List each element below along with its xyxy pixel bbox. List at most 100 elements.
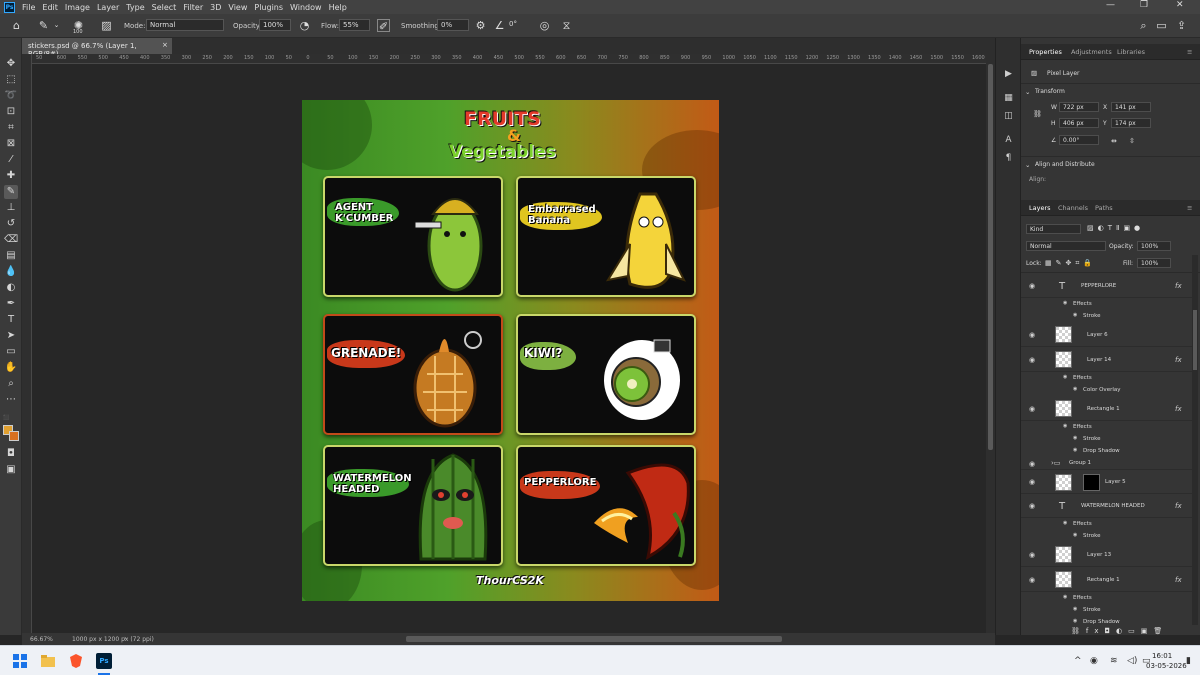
notifications-icon[interactable]: ▮ bbox=[1186, 656, 1191, 666]
document-canvas[interactable]: FRUITS & Vegetables AGENT K'CUMBER Embar… bbox=[302, 100, 719, 601]
airbrush-icon[interactable]: ✐ bbox=[377, 19, 390, 33]
layer-action-icons[interactable]: ⛓fx◘◐▭▣🗑 bbox=[1071, 627, 1168, 635]
frame-tool-icon[interactable]: ⊠ bbox=[4, 137, 18, 151]
lasso-tool-icon[interactable]: ➰ bbox=[4, 89, 18, 103]
layer-opacity-field[interactable]: 100% bbox=[1137, 241, 1171, 251]
symmetry-icon[interactable]: ⧖ bbox=[560, 19, 573, 32]
eyedropper-tool-icon[interactable]: ⁄ bbox=[4, 153, 18, 167]
panel-menu-icon[interactable]: ≡ bbox=[1187, 48, 1192, 56]
chevron-down-icon[interactable]: ⌄ bbox=[1025, 161, 1030, 169]
layer-row[interactable]: ◉ T WATERMELON HEADED fx bbox=[1021, 494, 1193, 518]
screen-mode-icon[interactable]: ▣ bbox=[4, 463, 18, 477]
layer-filter-select[interactable]: Kind bbox=[1026, 224, 1081, 234]
layer-visibility-icon[interactable]: ◉ bbox=[1029, 356, 1035, 364]
adjust-icon[interactable]: ◫ bbox=[1002, 110, 1015, 123]
restore-icon[interactable]: ❐ bbox=[1140, 0, 1148, 10]
smoothing-field[interactable]: 0% bbox=[437, 19, 469, 31]
eraser-tool-icon[interactable]: ⌫ bbox=[4, 233, 18, 247]
chevron-down-icon[interactable]: ⌄ bbox=[50, 19, 63, 32]
layer-effect-row[interactable]: ◉ Effects bbox=[1021, 592, 1193, 604]
crop-tool-icon[interactable]: ⌗ bbox=[4, 121, 18, 135]
tab-paths[interactable]: Paths bbox=[1095, 204, 1113, 212]
sticker-card-kiwi[interactable]: KIWI? bbox=[516, 314, 696, 435]
move-tool-icon[interactable]: ✥ bbox=[4, 57, 18, 71]
layer-effects-icon[interactable]: fx bbox=[1175, 356, 1182, 364]
quick-mask-icon[interactable]: ◘ bbox=[4, 447, 18, 461]
sticker-card-pepper[interactable]: PEPPERLORE bbox=[516, 445, 696, 566]
workspace-icon[interactable]: ▭ bbox=[1155, 19, 1168, 32]
hand-tool-icon[interactable]: ✋ bbox=[4, 361, 18, 375]
layer-effect-row[interactable]: ◉ Drop Shadow bbox=[1021, 445, 1193, 457]
angle-field[interactable]: 0.00° bbox=[1059, 135, 1099, 145]
layer-effect-row[interactable]: ◉ Effects bbox=[1021, 421, 1193, 433]
layer-visibility-icon[interactable]: ◉ bbox=[1029, 551, 1035, 559]
menu-image[interactable]: Image bbox=[65, 3, 90, 12]
rectangle-tool-icon[interactable]: ▭ bbox=[4, 345, 18, 359]
effect-visibility-icon[interactable]: ◉ bbox=[1073, 532, 1077, 538]
close-window-icon[interactable]: ✕ bbox=[1176, 0, 1184, 10]
layer-row[interactable]: ◉ Layer 5 bbox=[1021, 470, 1193, 494]
photoshop-logo[interactable]: Ps bbox=[4, 1, 15, 13]
sticker-card-banana[interactable]: Embarrased Banana bbox=[516, 176, 696, 297]
lock-icons[interactable]: ▦✎✥⌗🔒 bbox=[1045, 259, 1096, 268]
effect-visibility-icon[interactable]: ◉ bbox=[1073, 447, 1077, 453]
clock-time[interactable]: 16:01 bbox=[1152, 652, 1172, 660]
tab-layers[interactable]: Layers bbox=[1029, 204, 1051, 212]
layer-effect-row[interactable]: ◉ Effects bbox=[1021, 298, 1193, 310]
play-actions-icon[interactable]: ▶ bbox=[1002, 68, 1015, 81]
layer-effect-row[interactable]: ◉ Stroke bbox=[1021, 310, 1193, 322]
effect-visibility-icon[interactable]: ◉ bbox=[1073, 618, 1077, 624]
menu-layer[interactable]: Layer bbox=[97, 3, 119, 12]
effect-visibility-icon[interactable]: ◉ bbox=[1063, 520, 1067, 526]
effect-visibility-icon[interactable]: ◉ bbox=[1073, 435, 1077, 441]
character-panel-icon[interactable]: A bbox=[1002, 134, 1015, 147]
blend-mode-select[interactable]: Normal bbox=[1026, 241, 1106, 251]
pressure-size-icon[interactable]: ◎ bbox=[538, 19, 551, 32]
layer-visibility-icon[interactable]: ◉ bbox=[1029, 282, 1035, 290]
effect-visibility-icon[interactable]: ◉ bbox=[1063, 374, 1067, 380]
layer-effect-row[interactable]: ◉ Stroke bbox=[1021, 604, 1193, 616]
pen-tool-icon[interactable]: ✒ bbox=[4, 297, 18, 311]
folder-icon[interactable]: ›▭ bbox=[1051, 459, 1060, 467]
menu-file[interactable]: File bbox=[22, 3, 35, 12]
effect-visibility-icon[interactable]: ◉ bbox=[1073, 386, 1077, 392]
minimize-icon[interactable]: — bbox=[1106, 0, 1115, 10]
layer-filter-icons[interactable]: ▨◐TⅡ▣● bbox=[1087, 224, 1144, 232]
home-icon[interactable]: ⌂ bbox=[10, 19, 23, 32]
menu-plugins[interactable]: Plugins bbox=[254, 3, 283, 12]
y-field[interactable]: 174 px bbox=[1111, 118, 1151, 128]
object-select-tool-icon[interactable]: ⊡ bbox=[4, 105, 18, 119]
menu-help[interactable]: Help bbox=[329, 3, 347, 12]
color-panel-icon[interactable]: ▦ bbox=[1002, 92, 1015, 105]
effect-visibility-icon[interactable]: ◉ bbox=[1063, 423, 1067, 429]
layer-visibility-icon[interactable]: ◉ bbox=[1029, 460, 1035, 468]
chevron-down-icon[interactable]: ⌄ bbox=[1025, 88, 1030, 96]
layer-row[interactable]: ◉ Layer 14 fx bbox=[1021, 347, 1193, 372]
link-dimensions-icon[interactable]: ⛓ bbox=[1033, 110, 1042, 118]
close-tab-icon[interactable]: × bbox=[162, 41, 168, 49]
layers-scroll-thumb[interactable] bbox=[1193, 310, 1197, 370]
clone-stamp-tool-icon[interactable]: ⊥ bbox=[4, 201, 18, 215]
healing-brush-tool-icon[interactable]: ✚ bbox=[4, 169, 18, 183]
document-info[interactable]: 1000 px x 1200 px (72 ppi) bbox=[72, 636, 154, 643]
layer-effect-row[interactable]: ◉ Stroke bbox=[1021, 433, 1193, 445]
wifi-icon[interactable]: ≋ bbox=[1110, 656, 1118, 666]
layer-row[interactable]: ◉ Layer 6 bbox=[1021, 322, 1193, 347]
layer-effects-icon[interactable]: fx bbox=[1175, 502, 1182, 510]
layer-visibility-icon[interactable]: ◉ bbox=[1029, 502, 1035, 510]
brave-browser-icon[interactable] bbox=[68, 653, 84, 669]
layer-row[interactable]: ◉ Rectangle 1 fx bbox=[1021, 396, 1193, 421]
photoshop-taskbar-icon[interactable]: Ps bbox=[96, 653, 112, 669]
menu-view[interactable]: View bbox=[228, 3, 247, 12]
paragraph-panel-icon[interactable]: ¶ bbox=[1002, 152, 1015, 165]
effect-visibility-icon[interactable]: ◉ bbox=[1063, 300, 1067, 306]
canvas-vertical-scroll-thumb[interactable] bbox=[988, 64, 993, 450]
brush-tool-icon[interactable]: ✎ bbox=[37, 19, 50, 32]
layer-effects-icon[interactable]: fx bbox=[1175, 405, 1182, 413]
x-field[interactable]: 141 px bbox=[1111, 102, 1151, 112]
clock-date[interactable]: 03-05-2026 bbox=[1146, 662, 1187, 670]
history-brush-tool-icon[interactable]: ↺ bbox=[4, 217, 18, 231]
width-field[interactable]: 722 px bbox=[1059, 102, 1099, 112]
layer-effect-row[interactable]: ◉ Effects bbox=[1021, 372, 1193, 384]
layer-row[interactable]: ◉ ›▭ Group 1 bbox=[1021, 457, 1193, 470]
